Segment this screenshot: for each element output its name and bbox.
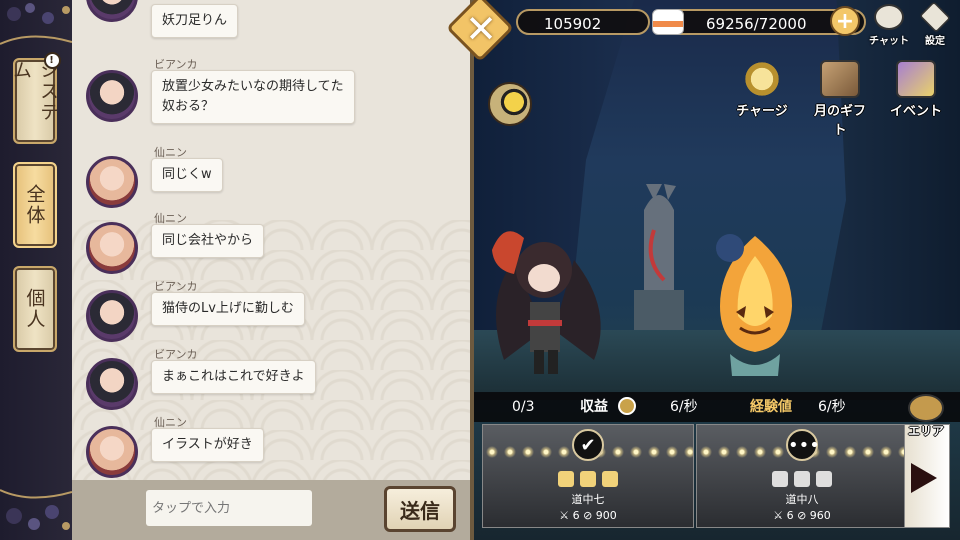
message-bubble: 同じくw bbox=[151, 158, 223, 192]
message-bubble: 猫侍のLv上げに勤しむ bbox=[151, 292, 305, 326]
event-label: イベント bbox=[889, 104, 942, 119]
coin-value: 105902 bbox=[544, 15, 602, 33]
message-bubble: 放置少女みたいなの期待してた 奴おる？ bbox=[151, 70, 355, 124]
power-icon: ⊘ bbox=[583, 509, 593, 522]
event-button[interactable]: イベント bbox=[886, 60, 946, 119]
tab-rail: システム ! 全体 個人 bbox=[0, 0, 73, 540]
chat-message: 妖刀足りん bbox=[86, 0, 456, 38]
charge-button[interactable]: チャージ bbox=[732, 60, 792, 119]
event-icon bbox=[896, 60, 936, 98]
notification-badge: ! bbox=[44, 52, 61, 69]
area-button[interactable]: エリア bbox=[902, 394, 950, 438]
income-label: 収益 bbox=[580, 399, 608, 415]
next-stage-button[interactable] bbox=[904, 424, 950, 528]
stage-progress: 0/3 bbox=[512, 399, 535, 415]
exp-label: 経験値 bbox=[750, 399, 792, 415]
stage-name: 道中八 bbox=[785, 493, 819, 506]
flower-decoration bbox=[0, 0, 73, 60]
stage-card[interactable]: ••• 道中八 ⚔ 6 ⊘ 960 bbox=[696, 424, 908, 528]
chat-button[interactable]: チャット bbox=[868, 4, 910, 47]
stage-stars bbox=[558, 471, 618, 487]
arrow-right-icon bbox=[911, 463, 937, 493]
chat-panel: 妖刀足りん ビアンカ 放置少女みたいなの期待してた 奴おる？ 仙ニン 同じくw … bbox=[72, 0, 474, 540]
sushi-icon bbox=[652, 9, 684, 35]
tab-personal-label: 個人 bbox=[23, 288, 46, 330]
game-scene: 105902 69256/72000 + チャット 設定 チャージ 月のギフト … bbox=[474, 0, 960, 540]
monthly-gift-icon bbox=[820, 60, 860, 98]
area-label: エリア bbox=[907, 424, 944, 438]
close-icon: ✕ bbox=[465, 7, 497, 51]
level-icon: ⚔ bbox=[559, 509, 570, 522]
message-bubble: まぁこれはこれで好きよ bbox=[151, 360, 316, 394]
cleared-check-icon: ✔ bbox=[572, 429, 604, 461]
stage-power: 900 bbox=[595, 509, 617, 522]
chat-input[interactable] bbox=[146, 490, 312, 526]
tab-system[interactable]: システム ! bbox=[10, 52, 61, 144]
coin-counter: 105902 bbox=[516, 9, 650, 35]
send-button[interactable]: 送信 bbox=[384, 486, 456, 532]
stage-list: ✔ 道中七 ⚔ 6 ⊘ 900 ••• 道中八 ⚔ 6 ⊘ 960 bbox=[482, 424, 912, 530]
avatar[interactable] bbox=[86, 426, 138, 478]
message-bubble: 同じ会社やから bbox=[151, 224, 265, 258]
chat-message: ビアンカ 放置少女みたいなの期待してた 奴おる？ bbox=[86, 56, 456, 124]
tab-all-label: 全体 bbox=[23, 184, 46, 226]
chat-message: ビアンカ まぁこれはこれで好きよ bbox=[86, 346, 456, 410]
income-rate: 6/秒 bbox=[670, 399, 698, 415]
stage-power: 960 bbox=[809, 509, 831, 522]
flower-decoration bbox=[0, 476, 73, 536]
gear-icon bbox=[919, 1, 951, 33]
stage-info: ⚔ 6 ⊘ 960 bbox=[697, 509, 907, 522]
tab-all[interactable]: 全体 bbox=[13, 162, 57, 248]
area-icon bbox=[908, 394, 944, 422]
stage-stars bbox=[772, 471, 832, 487]
avatar[interactable] bbox=[86, 358, 138, 410]
tab-system-label: システム bbox=[10, 60, 59, 123]
close-button[interactable]: ✕ bbox=[428, 0, 524, 66]
stage-card[interactable]: ✔ 道中七 ⚔ 6 ⊘ 900 bbox=[482, 424, 694, 528]
avatar[interactable] bbox=[86, 222, 138, 274]
fox-statue bbox=[634, 184, 684, 330]
chat-message: 仙ニン 同じくw bbox=[86, 144, 456, 208]
stage-info: ⚔ 6 ⊘ 900 bbox=[483, 509, 693, 522]
level-icon: ⚔ bbox=[773, 509, 784, 522]
stamina-value: 69256/72000 bbox=[706, 15, 807, 33]
chat-label: チャット bbox=[869, 36, 909, 47]
chat-footer: 送信 bbox=[72, 480, 470, 540]
power-icon: ⊘ bbox=[797, 509, 807, 522]
chat-message: 仙ニン 同じ会社やから bbox=[86, 210, 456, 274]
settings-label: 設定 bbox=[925, 36, 945, 47]
add-stamina-button[interactable]: + bbox=[830, 6, 860, 36]
enemy-character[interactable] bbox=[700, 226, 810, 386]
avatar[interactable] bbox=[86, 290, 138, 342]
avatar[interactable] bbox=[86, 0, 138, 22]
chat-cat-icon bbox=[874, 4, 904, 30]
stage-name: 道中七 bbox=[571, 493, 605, 506]
settings-button[interactable]: 設定 bbox=[914, 1, 956, 47]
message-bubble: イラストが好き bbox=[151, 428, 264, 462]
exp-rate: 6/秒 bbox=[818, 399, 846, 415]
player-character[interactable] bbox=[484, 210, 614, 380]
coin-icon bbox=[618, 397, 636, 415]
stage-level: 6 bbox=[572, 509, 580, 522]
chat-message: 仙ニン イラストが好き bbox=[86, 414, 456, 478]
stats-bar: 0/3 収益 6/秒 経験値 6/秒 bbox=[474, 392, 960, 422]
charge-icon bbox=[742, 60, 782, 98]
message-bubble: 妖刀足りん bbox=[151, 4, 239, 38]
stage-level: 6 bbox=[786, 509, 794, 522]
charge-label: チャージ bbox=[736, 104, 788, 119]
avatar[interactable] bbox=[86, 70, 138, 122]
locked-indicator-icon: ••• bbox=[786, 429, 820, 461]
monthly-gift-button[interactable]: 月のギフト bbox=[810, 60, 870, 138]
avatar[interactable] bbox=[86, 156, 138, 208]
tab-personal[interactable]: 個人 bbox=[13, 266, 57, 352]
monthly-gift-label: 月のギフト bbox=[813, 104, 866, 138]
chat-message: ビアンカ 猫侍のLv上げに勤しむ bbox=[86, 278, 456, 342]
bird-icon[interactable] bbox=[488, 82, 532, 126]
